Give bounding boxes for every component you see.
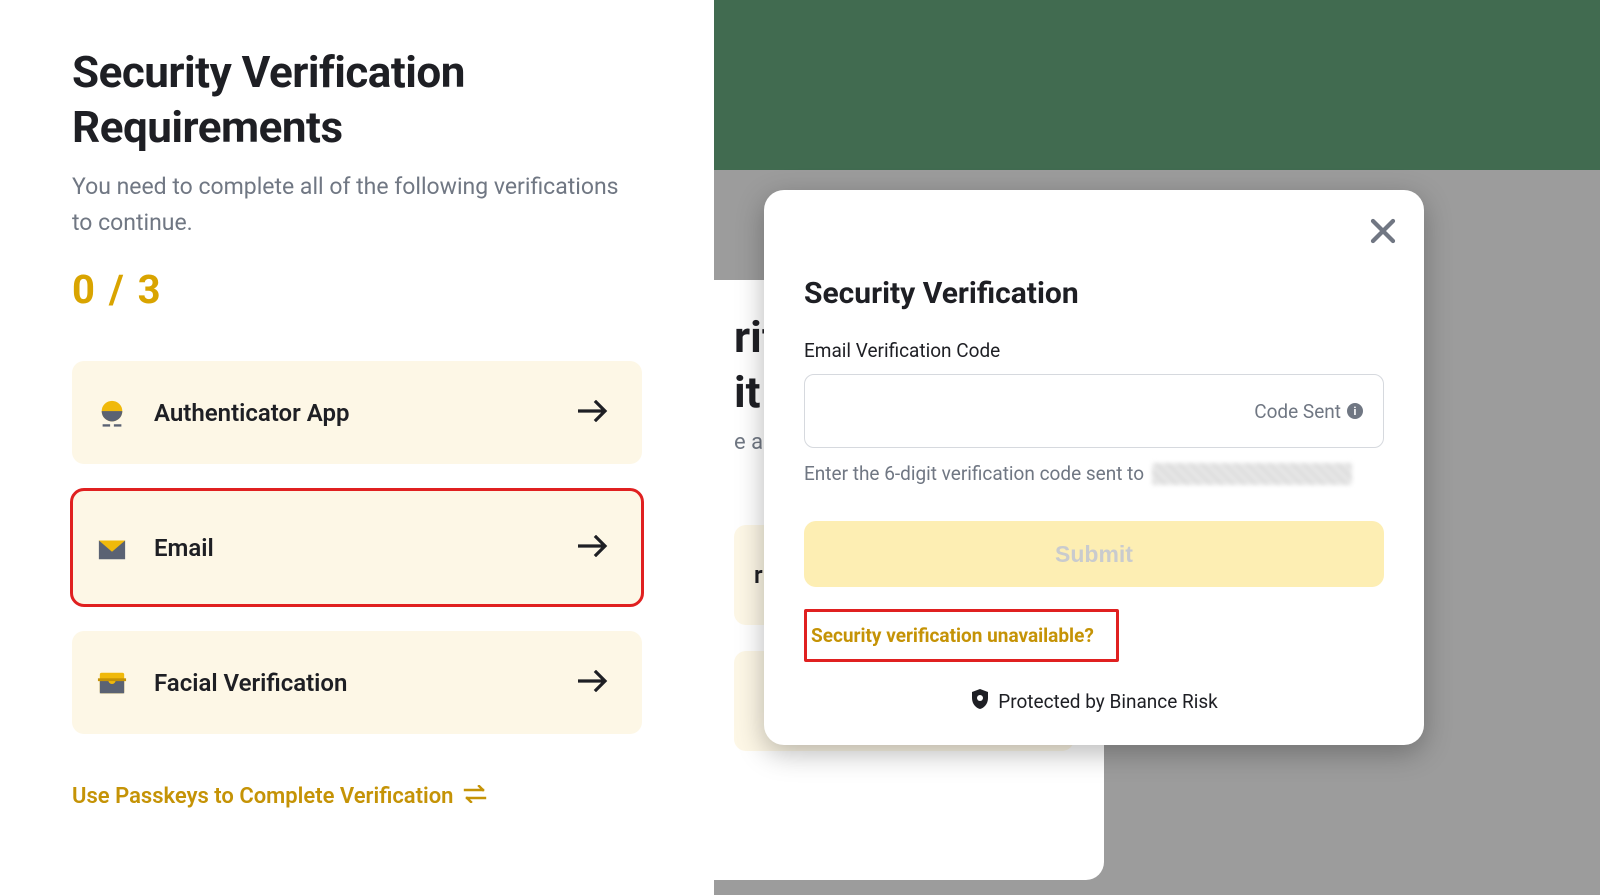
page-subtitle: You need to complete all of the followin… bbox=[72, 169, 642, 240]
arrow-right-icon bbox=[578, 670, 608, 696]
email-icon bbox=[96, 532, 128, 564]
modal-title: Security Verification bbox=[804, 276, 1384, 311]
verification-unavailable-link[interactable]: Security verification unavailable? bbox=[804, 609, 1119, 662]
page-title: Security Verification Requirements bbox=[72, 45, 642, 155]
verification-list: Authenticator App Email bbox=[72, 361, 642, 734]
email-code-label: Email Verification Code bbox=[804, 339, 1384, 362]
verification-item-label: Email bbox=[154, 534, 578, 562]
passkeys-link[interactable]: Use Passkeys to Complete Verification bbox=[72, 784, 487, 809]
verification-requirements-panel: Security Verification Requirements You n… bbox=[0, 0, 714, 895]
passkeys-link-label: Use Passkeys to Complete Verification bbox=[72, 784, 453, 809]
authenticator-icon bbox=[96, 397, 128, 429]
verification-item-label: Facial Verification bbox=[154, 669, 578, 697]
close-icon[interactable] bbox=[1368, 216, 1398, 246]
security-verification-modal: Security Verification Email Verification… bbox=[764, 190, 1424, 745]
arrow-right-icon bbox=[578, 400, 608, 426]
info-icon[interactable]: i bbox=[1347, 403, 1363, 419]
verification-item-email[interactable]: Email bbox=[72, 490, 642, 605]
verification-item-authenticator[interactable]: Authenticator App bbox=[72, 361, 642, 464]
facial-verification-icon bbox=[96, 667, 128, 699]
right-panel: rifit e al r A Security Verification Ema… bbox=[714, 0, 1600, 895]
progress-counter: 0 / 3 bbox=[72, 266, 642, 313]
code-sent-status: Code Sent i bbox=[1254, 400, 1363, 423]
shield-icon bbox=[970, 688, 990, 715]
submit-button[interactable]: Submit bbox=[804, 521, 1384, 587]
verification-item-facial[interactable]: Facial Verification bbox=[72, 631, 642, 734]
email-code-input-wrap[interactable]: Code Sent i bbox=[804, 374, 1384, 448]
email-code-input[interactable] bbox=[825, 375, 1254, 447]
email-code-hint: Enter the 6-digit verification code sent… bbox=[804, 462, 1384, 485]
arrow-right-icon bbox=[578, 535, 608, 561]
protected-by-label: Protected by Binance Risk bbox=[804, 688, 1384, 715]
verification-item-label: Authenticator App bbox=[154, 399, 578, 427]
redacted-email bbox=[1152, 463, 1352, 485]
swap-icon bbox=[463, 784, 487, 809]
